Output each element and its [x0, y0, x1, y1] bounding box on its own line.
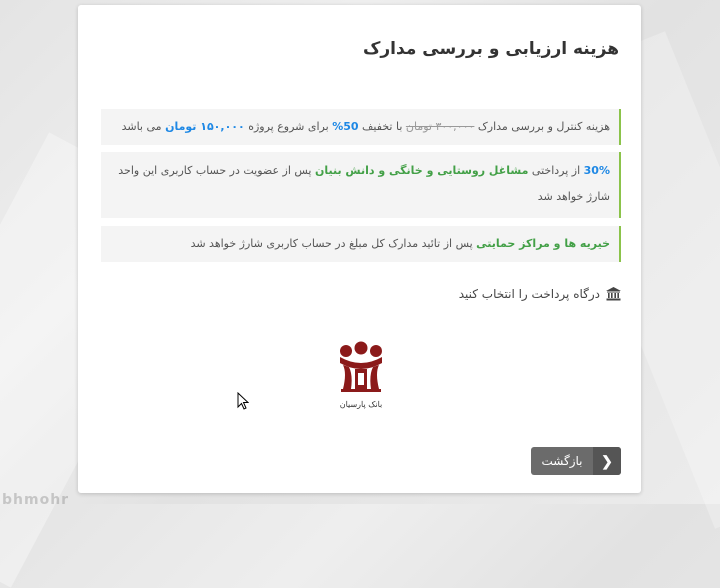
- mouse-cursor-icon: [237, 392, 249, 410]
- note-text: برای شروع پروژه: [248, 120, 329, 133]
- note-rural-business: 30% از پرداختی مشاغل روستایی و خانگی و د…: [101, 152, 621, 218]
- note-highlight: مشاغل روستایی و خانگی و دانش بنیان: [314, 164, 529, 177]
- bank-icon: [606, 287, 621, 301]
- note-review-cost: هزینه کنترل و بررسی مدارک ۳۰۰,۰۰۰ تومان …: [101, 109, 621, 145]
- back-button-label: بازگشت: [541, 454, 583, 468]
- note-text: می باشد: [121, 120, 162, 133]
- bank-parsian-gateway[interactable]: بانک پارسیان: [333, 339, 389, 409]
- new-price: ۱۵۰,۰۰۰ تومان: [165, 120, 245, 133]
- gateway-heading: درگاه پرداخت را انتخاب کنید: [459, 287, 621, 301]
- page-title: هزینه ارزیابی و بررسی مدارک: [362, 39, 619, 59]
- bank-parsian-logo: [340, 341, 382, 392]
- bank-name: بانک پارسیان: [339, 400, 383, 409]
- note-highlight: خیریه ها و مراکز حمایتی: [476, 237, 610, 250]
- discount-percent: 50%: [332, 120, 359, 133]
- refund-percent: 30%: [583, 164, 610, 177]
- back-button[interactable]: بازگشت ❯: [531, 447, 621, 475]
- payment-card: هزینه ارزیابی و بررسی مدارک هزینه کنترل …: [78, 5, 641, 493]
- gateway-label: درگاه پرداخت را انتخاب کنید: [458, 287, 600, 301]
- note-text: با تخفیف: [362, 120, 403, 133]
- old-price: ۳۰۰,۰۰۰ تومان: [405, 120, 475, 133]
- note-text: از پرداختی: [531, 164, 581, 177]
- chevron-right-icon: ❯: [593, 447, 621, 475]
- note-text: پس از تائید مدارک کل مبلغ در حساب کاربری…: [190, 237, 473, 250]
- watermark: bhmohr: [2, 492, 70, 508]
- note-text: هزینه کنترل و بررسی مدارک: [477, 120, 610, 133]
- note-charity: خیریه ها و مراکز حمایتی پس از تائید مدار…: [101, 226, 621, 262]
